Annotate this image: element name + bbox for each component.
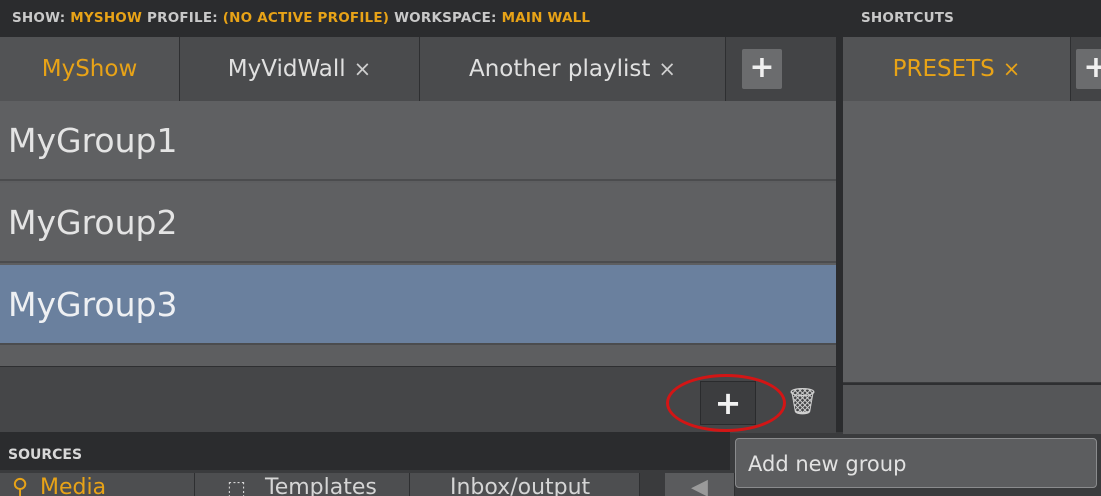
workspace-label: WORKSPACE: [394,10,497,26]
group-label: MyGroup2 [8,203,178,242]
highlight-circle [666,374,786,432]
sources-tab-bar: ⚲ Media ⬚ Templates Inbox/output ◀ [0,470,800,496]
close-icon[interactable]: × [1003,57,1021,81]
shortcuts-tab-bar: PRESETS × + [843,37,1101,101]
close-icon[interactable]: × [658,57,676,81]
tab-templates[interactable]: ⬚ Templates [195,473,410,496]
template-icon: ⬚ [227,476,246,496]
tab-another-playlist[interactable]: Another playlist × [420,37,726,101]
panel-divider[interactable] [836,0,843,432]
tab-myshow[interactable]: MyShow [0,37,180,101]
list-item-selected[interactable]: MyGroup3 [0,265,836,345]
profile-value: (NO ACTIVE PROFILE) [222,10,390,26]
search-icon: ⚲ [12,475,29,496]
shortcuts-panel [843,101,1101,382]
sources-title: SOURCES [8,447,83,463]
playlist-tab-bar: MyShow MyVidWall × Another playlist × + [0,37,836,101]
group-toolbar: + 🗑 [0,366,836,433]
profile-label: PROFILE: [147,10,218,26]
scroll-left-button[interactable]: ◀ [665,473,735,496]
group-label: MyGroup3 [8,285,178,324]
tab-myvidwall[interactable]: MyVidWall × [180,37,420,101]
shortcuts-header: SHORTCUTS [843,0,1101,37]
sources-header: SOURCES [0,432,730,470]
tab-label: Another playlist [469,56,651,82]
list-item[interactable]: MyGroup1 [0,101,836,181]
workspace-value: MAIN WALL [501,10,591,26]
add-group-tooltip: Add new group [735,438,1097,488]
add-tab-button[interactable]: + [742,49,782,89]
group-label: MyGroup1 [8,121,178,160]
tab-label: PRESETS [892,56,995,82]
tab-presets[interactable]: PRESETS × [843,37,1071,101]
close-icon[interactable]: × [354,57,372,81]
trash-icon[interactable]: 🗑 [786,387,819,417]
tab-label: Inbox/output [450,475,591,496]
tab-label: MyShow [41,56,138,82]
list-item[interactable]: MyGroup2 [0,183,836,263]
tab-label: Media [40,475,107,496]
shortcuts-title: SHORTCUTS [861,10,955,26]
add-shortcut-tab-button[interactable]: + [1076,49,1101,89]
show-value: MYSHOW [70,10,143,26]
tab-label: MyVidWall [227,56,346,82]
tab-inbox-output[interactable]: Inbox/output [410,473,640,496]
group-list: MyGroup1 MyGroup2 MyGroup3 [0,101,836,366]
show-status-bar: SHOW: MYSHOW PROFILE: (NO ACTIVE PROFILE… [0,0,836,37]
tab-media[interactable]: ⚲ Media [0,473,195,496]
shortcuts-footer [843,383,1101,434]
tab-label: Templates [265,475,377,496]
show-label: SHOW: [12,10,66,26]
